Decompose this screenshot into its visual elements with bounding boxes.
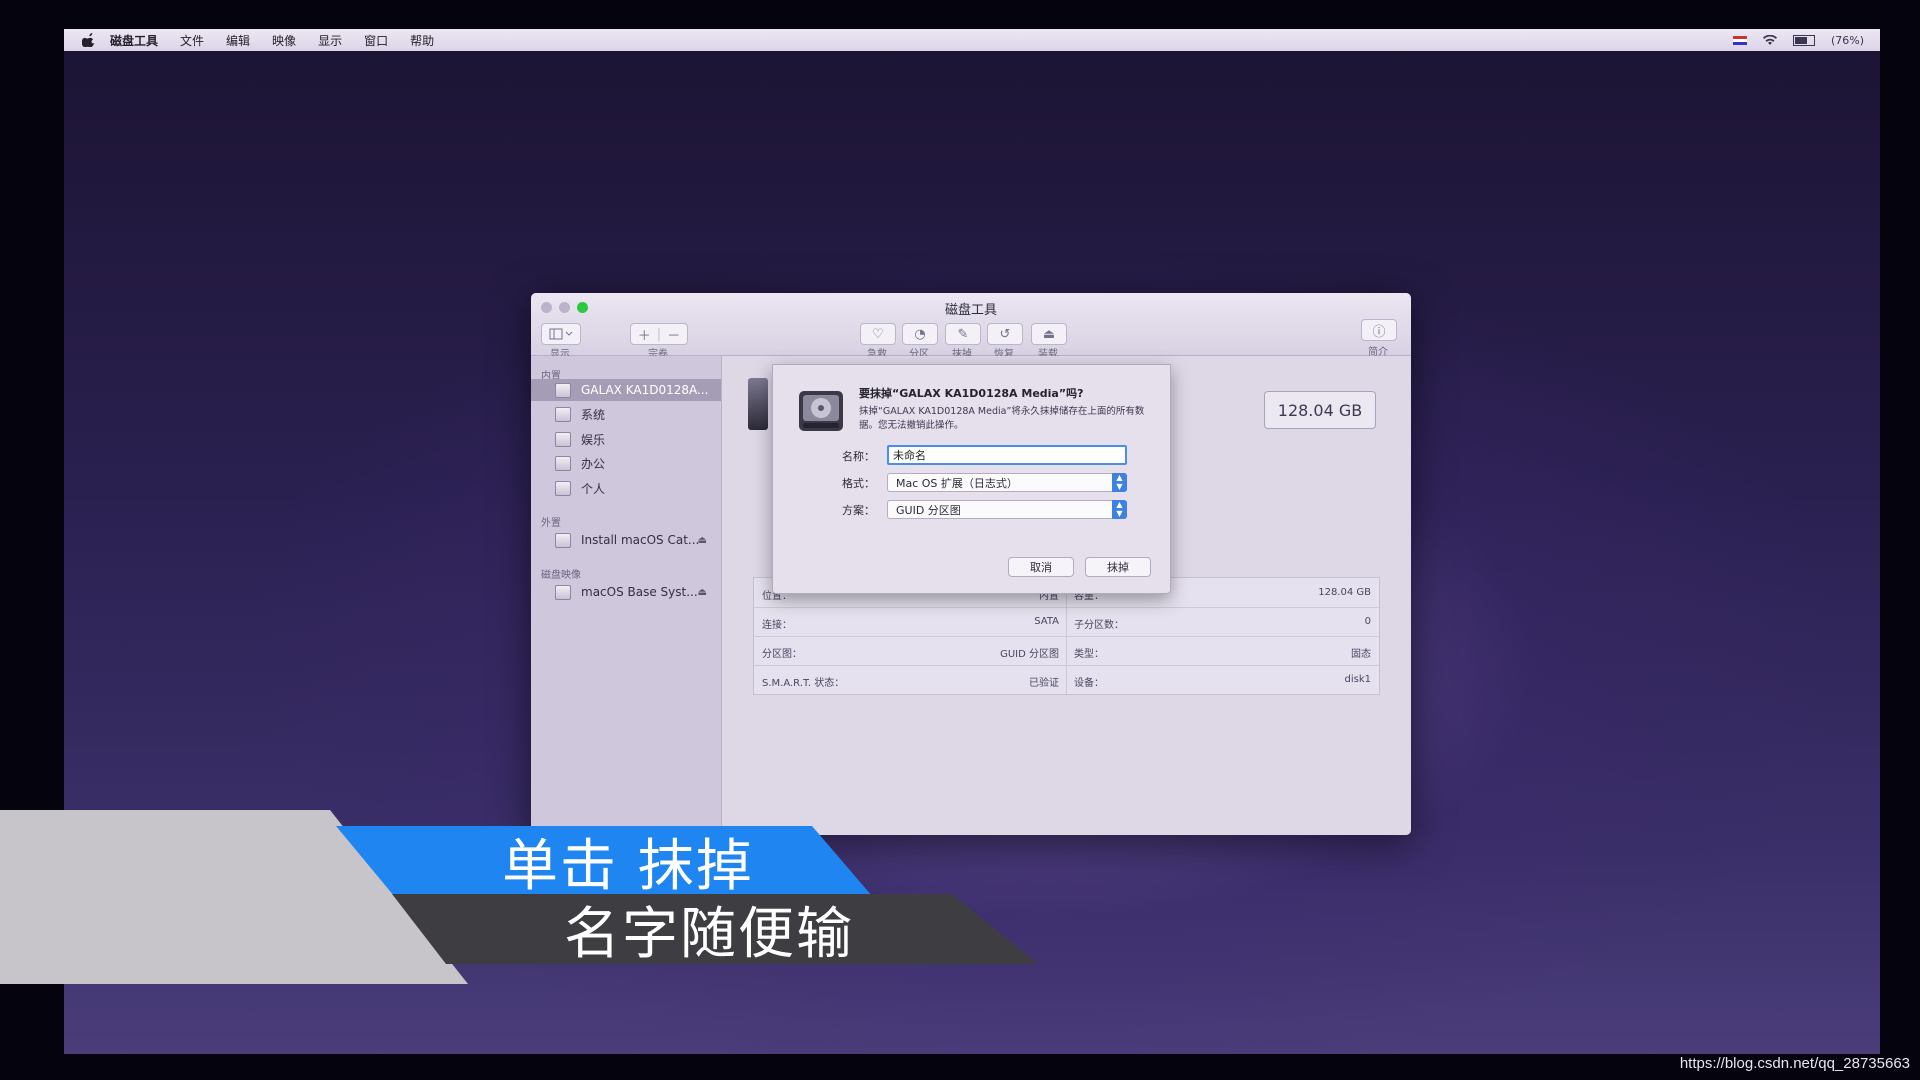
disk-icon (555, 382, 571, 398)
disk-info-table: 位置： 内置 容量： 128.04 GB 连接： SATA 子分区数： 0 分区… (753, 577, 1380, 695)
selected-disk-icon (748, 378, 768, 430)
caption-band-secondary: 名字随便输 (392, 894, 1038, 964)
volume-icon (555, 431, 571, 447)
disk-image-icon (555, 584, 571, 600)
partition-icon: ◔ (914, 326, 926, 342)
sidebar-item-install-macos[interactable]: Install macOS Cat... ⏏ (531, 529, 721, 551)
stethoscope-icon: ♡ (872, 326, 884, 342)
sidebar-section-external: 外置 (541, 518, 561, 529)
sidebar-item-label: 娱乐 (581, 432, 606, 447)
menu-window[interactable]: 窗口 (364, 32, 388, 49)
disk-utility-window: 磁盘工具 显示 ＋ | － 宗卷 ♡ 急救 ◔ 分区 ✎ 抹掉 ↺ 恢复 ⏏ 装载 … (531, 293, 1411, 835)
sidebar-item-entertainment[interactable]: 娱乐 (531, 428, 721, 450)
info-capacity-value: 128.04 GB (1318, 587, 1371, 598)
restore-button[interactable]: ↺ (987, 323, 1023, 345)
watermark: https://blog.csdn.net/qq_28735663 (1679, 1055, 1910, 1072)
info-smart-value: 已验证 (1029, 678, 1059, 689)
sidebar-item-macos-base-system[interactable]: macOS Base Syst... ⏏ (531, 581, 721, 603)
input-source-icon[interactable] (1732, 35, 1747, 45)
wifi-icon[interactable] (1762, 34, 1777, 46)
sidebar-item-label: 办公 (581, 456, 606, 471)
sidebar-item-office[interactable]: 办公 (531, 452, 721, 474)
dialog-title: 要抹掉“GALAX KA1D0128A Media”吗? (859, 387, 1084, 400)
info-child-count-value: 0 (1364, 616, 1371, 627)
name-field[interactable]: 未命名 (887, 445, 1127, 465)
sidebar-item-label: GALAX KA1D0128A... (581, 383, 709, 397)
first-aid-button[interactable]: ♡ (860, 323, 896, 345)
apple-menu-icon[interactable] (82, 33, 96, 47)
sidebar-section-disk-images: 磁盘映像 (541, 570, 581, 581)
erase-dialog: 要抹掉“GALAX KA1D0128A Media”吗? 抹掉“GALAX KA… (772, 364, 1171, 594)
info-connection-label: 连接： (762, 620, 792, 631)
hard-drive-icon (799, 391, 843, 431)
eject-icon[interactable]: ⏏ (698, 535, 707, 546)
scheme-value: GUID 分区图 (896, 503, 961, 517)
sidebar-item-label: Install macOS Cat... (581, 533, 700, 547)
sidebar-view-button[interactable] (541, 323, 581, 345)
scheme-select[interactable]: GUID 分区图 ▲ ▼ (887, 500, 1127, 519)
info-partition-map-value: GUID 分区图 (1000, 649, 1059, 660)
format-value: Mac OS 扩展（日志式） (896, 476, 1018, 490)
disk-icon (555, 532, 571, 548)
info-type-value: 固态 (1351, 649, 1371, 660)
caption-line-2: 名字随便输 (564, 901, 854, 967)
menu-edit[interactable]: 编辑 (226, 32, 250, 49)
plus-icon[interactable]: ＋ (638, 325, 651, 344)
restore-icon: ↺ (999, 326, 1011, 342)
volume-icon (555, 480, 571, 496)
sidebar-item-label: 系统 (581, 407, 606, 422)
sidebar-item-galax-disk[interactable]: GALAX KA1D0128A... (531, 379, 721, 401)
battery-percent: (76%) (1830, 33, 1864, 47)
capacity-display: 128.04 GB (1264, 391, 1376, 429)
info-child-count-label: 子分区数： (1074, 620, 1124, 631)
sidebar-item-label: 个人 (581, 481, 606, 496)
sidebar: 内置 GALAX KA1D0128A... 系统 娱乐 办公 个人 外置 Ins… (531, 356, 722, 835)
menu-image[interactable]: 映像 (272, 32, 296, 49)
menu-view[interactable]: 显示 (318, 32, 342, 49)
cancel-button[interactable]: 取消 (1008, 557, 1074, 577)
menu-help[interactable]: 帮助 (410, 32, 434, 49)
info-connection-value: SATA (1034, 616, 1059, 627)
chevron-up-down-icon: ▲ ▼ (1112, 473, 1127, 492)
window-toolbar: 磁盘工具 显示 ＋ | － 宗卷 ♡ 急救 ◔ 分区 ✎ 抹掉 ↺ 恢复 ⏏ 装载 … (531, 293, 1411, 360)
partition-button[interactable]: ◔ (902, 323, 938, 345)
name-label: 名称： (842, 450, 875, 463)
info-device-value: disk1 (1344, 674, 1372, 685)
caption-line-1: 单击 抹掉 (502, 833, 754, 899)
erase-button[interactable]: 抹掉 (1085, 557, 1151, 577)
scheme-label: 方案： (842, 504, 875, 517)
info-type-label: 类型： (1074, 649, 1104, 660)
format-select[interactable]: Mac OS 扩展（日志式） ▲ ▼ (887, 473, 1127, 492)
format-label: 格式： (842, 477, 875, 490)
volume-add-remove[interactable]: ＋ | － (630, 323, 688, 345)
dialog-message: 抹掉“GALAX KA1D0128A Media”将永久抹掉储存在上面的所有数据… (859, 406, 1145, 431)
battery-icon[interactable] (1792, 34, 1815, 46)
mount-icon: ⏏ (1042, 326, 1056, 342)
minus-icon[interactable]: － (667, 325, 680, 344)
sidebar-icon (549, 328, 573, 340)
info-button[interactable]: ⓘ (1361, 319, 1397, 341)
menu-bar: 磁盘工具 文件 编辑 映像 显示 窗口 帮助 (76%) (64, 29, 1880, 51)
volume-icon (555, 455, 571, 471)
info-device-label: 设备： (1074, 678, 1104, 689)
mount-button[interactable]: ⏏ (1031, 323, 1067, 345)
caption-band-primary: 单击 抹掉 (336, 826, 872, 896)
info-partition-map-label: 分区图： (762, 649, 802, 660)
info-icon: ⓘ (1372, 324, 1386, 340)
menu-file[interactable]: 文件 (180, 32, 204, 49)
sidebar-item-personal[interactable]: 个人 (531, 477, 721, 499)
sidebar-item-system[interactable]: 系统 (531, 403, 721, 425)
erase-icon: ✎ (957, 326, 969, 342)
info-smart-label: S.M.A.R.T. 状态： (762, 678, 845, 689)
eject-icon[interactable]: ⏏ (698, 587, 707, 598)
window-title: 磁盘工具 (944, 303, 997, 318)
chevron-up-down-icon: ▲ ▼ (1112, 500, 1127, 519)
menu-disk-utility[interactable]: 磁盘工具 (110, 32, 158, 49)
erase-toolbar-button[interactable]: ✎ (945, 323, 981, 345)
volume-icon (555, 406, 571, 422)
sidebar-item-label: macOS Base Syst... (581, 585, 698, 599)
